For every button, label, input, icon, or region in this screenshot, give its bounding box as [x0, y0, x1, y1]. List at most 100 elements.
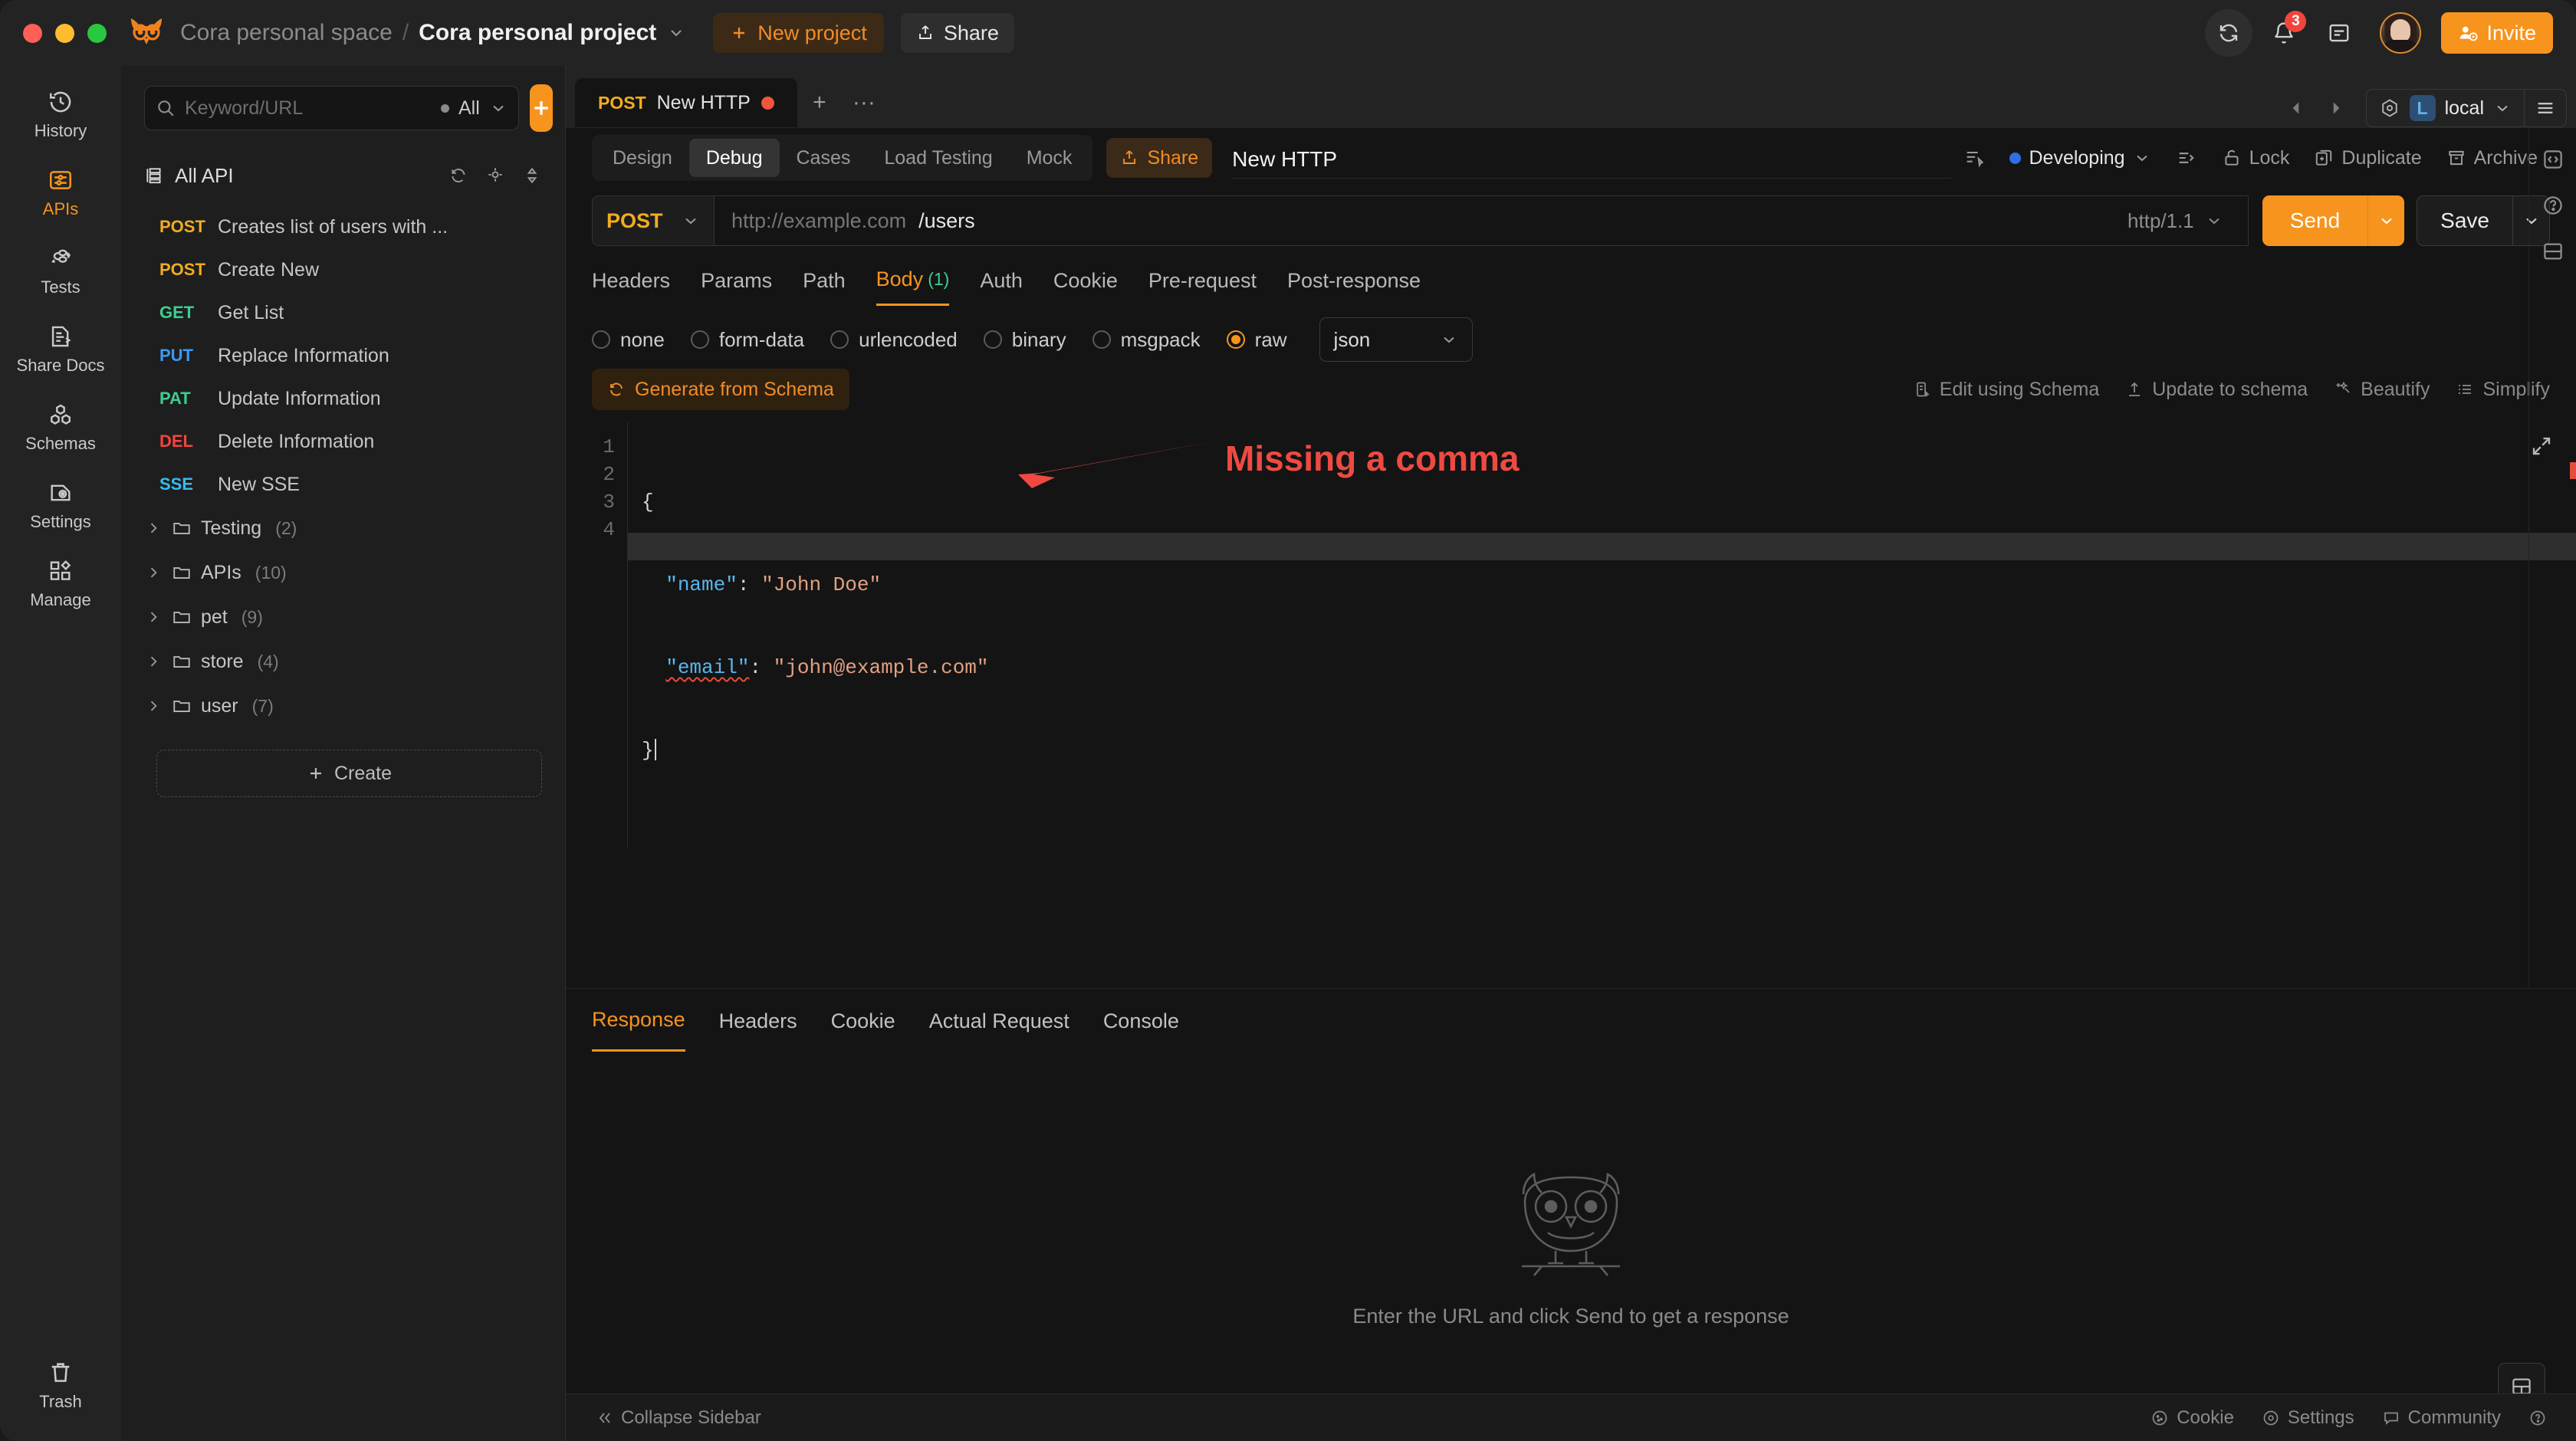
- chevron-down-icon[interactable]: [667, 24, 685, 42]
- share-api-button[interactable]: Share: [1106, 138, 1213, 178]
- rail-item-manage[interactable]: Manage: [11, 549, 110, 618]
- send-dropdown-caret-icon[interactable]: [2367, 195, 2404, 246]
- nav-forward-icon[interactable]: [2318, 90, 2354, 126]
- request-tab-auth[interactable]: Auth: [980, 255, 1023, 306]
- rail-item-share-docs[interactable]: Share Docs: [11, 314, 110, 383]
- user-avatar[interactable]: [2380, 12, 2422, 54]
- refresh-icon[interactable]: [449, 166, 468, 185]
- duplicate-button[interactable]: Duplicate: [2302, 138, 2433, 178]
- request-tab-params[interactable]: Params: [701, 255, 772, 306]
- body-type-raw[interactable]: raw: [1226, 328, 1287, 352]
- tab-design[interactable]: Design: [596, 139, 689, 177]
- tab-mock[interactable]: Mock: [1010, 139, 1089, 177]
- page-title[interactable]: New HTTP: [1232, 147, 1952, 179]
- create-button[interactable]: Create: [156, 750, 542, 797]
- request-tab-cookie[interactable]: Cookie: [1053, 255, 1118, 306]
- request-tab-headers[interactable]: Headers: [592, 255, 670, 306]
- move-icon[interactable]: [2164, 138, 2210, 178]
- breadcrumb-space[interactable]: Cora personal space: [180, 20, 393, 46]
- search-scope-label[interactable]: All: [458, 97, 480, 120]
- list-item[interactable]: POST Create New: [121, 248, 565, 291]
- send-button[interactable]: Send: [2262, 195, 2405, 246]
- search-input[interactable]: [185, 97, 432, 120]
- status-badge[interactable]: Developing: [1997, 138, 2163, 178]
- folder-item-apis[interactable]: APIs (10): [121, 550, 565, 595]
- response-tab-console[interactable]: Console: [1103, 990, 1179, 1052]
- breadcrumb-project[interactable]: Cora personal project: [419, 20, 656, 46]
- close-window-button[interactable]: [23, 23, 42, 43]
- response-tab-cookie[interactable]: Cookie: [831, 990, 895, 1052]
- body-type-binary[interactable]: binary: [983, 328, 1066, 352]
- generate-from-schema-button[interactable]: Generate from Schema: [592, 369, 849, 410]
- chevron-down-icon[interactable]: [489, 99, 508, 117]
- request-tab-path[interactable]: Path: [803, 255, 846, 306]
- invite-button[interactable]: Invite: [2441, 12, 2553, 54]
- notifications-bell-icon[interactable]: 3: [2260, 9, 2308, 57]
- locate-icon[interactable]: [485, 166, 505, 185]
- tab-more-button[interactable]: ···: [842, 78, 886, 127]
- tab-new-http[interactable]: POST New HTTP: [575, 78, 797, 127]
- list-item[interactable]: POST Creates list of users with ...: [121, 205, 565, 248]
- list-item[interactable]: GET Get List: [121, 291, 565, 334]
- code-snippet-icon[interactable]: [2542, 148, 2564, 171]
- rail-item-history[interactable]: History: [11, 80, 110, 149]
- body-type-form-data[interactable]: form-data: [690, 328, 804, 352]
- tab-cases[interactable]: Cases: [780, 139, 868, 177]
- panel-toggle-icon[interactable]: [2315, 9, 2363, 57]
- protocol-dropdown[interactable]: http/1.1: [2128, 209, 2231, 233]
- folder-item-pet[interactable]: pet (9): [121, 595, 565, 639]
- environment-dropdown[interactable]: L local: [2367, 90, 2524, 126]
- share-project-button[interactable]: Share: [900, 13, 1014, 53]
- statusbar-cookie-button[interactable]: Cookie: [2150, 1407, 2234, 1429]
- response-tab-actual-request[interactable]: Actual Request: [929, 990, 1070, 1052]
- folder-item-store[interactable]: store (4): [121, 639, 565, 684]
- help-circle-icon[interactable]: [2542, 194, 2564, 217]
- tab-debug[interactable]: Debug: [688, 139, 780, 177]
- nav-back-icon[interactable]: [2279, 90, 2314, 126]
- sync-icon[interactable]: [2205, 9, 2253, 57]
- body-type-none[interactable]: none: [592, 328, 665, 352]
- beautify-button[interactable]: Beautify: [2334, 379, 2430, 401]
- list-item[interactable]: DEL Delete Information: [121, 420, 565, 463]
- body-type-urlencoded[interactable]: urlencoded: [830, 328, 958, 352]
- layout-split-icon[interactable]: [2542, 240, 2564, 263]
- list-item[interactable]: SSE New SSE: [121, 463, 565, 506]
- sort-icon[interactable]: [522, 166, 542, 185]
- rail-item-apis[interactable]: APIs: [11, 158, 110, 227]
- tab-load-testing[interactable]: Load Testing: [867, 139, 1009, 177]
- search-box[interactable]: All: [144, 86, 519, 130]
- rail-item-tests[interactable]: Tests: [11, 236, 110, 305]
- editor-content[interactable]: { "name": "John Doe" "email": "john@exam…: [627, 422, 2576, 847]
- rail-item-trash[interactable]: Trash: [11, 1351, 110, 1420]
- environment-menu-icon[interactable]: [2525, 97, 2566, 119]
- request-tab-pre-request[interactable]: Pre-request: [1148, 255, 1257, 306]
- url-input[interactable]: http://example.com /users http/1.1: [715, 195, 2249, 246]
- body-type-msgpack[interactable]: msgpack: [1092, 328, 1201, 352]
- add-api-button[interactable]: [529, 84, 553, 132]
- new-tab-button[interactable]: +: [797, 78, 842, 127]
- rail-item-settings[interactable]: Settings: [11, 471, 110, 540]
- folder-item-user[interactable]: user (7): [121, 684, 565, 728]
- method-dropdown[interactable]: POST: [592, 195, 715, 246]
- response-tab-response[interactable]: Response: [592, 990, 685, 1052]
- list-item[interactable]: PAT Update Information: [121, 377, 565, 420]
- edit-doc-icon[interactable]: [1951, 138, 1997, 178]
- response-tab-headers[interactable]: Headers: [719, 990, 797, 1052]
- request-tab-body[interactable]: Body (1): [876, 255, 950, 306]
- lock-button[interactable]: Lock: [2210, 138, 2302, 178]
- maximize-window-button[interactable]: [87, 23, 107, 43]
- body-code-editor[interactable]: 1 2 3 4 { "name": "John Doe" "email": "j…: [566, 422, 2576, 989]
- rail-item-schemas[interactable]: Schemas: [11, 392, 110, 461]
- statusbar-settings-button[interactable]: Settings: [2262, 1407, 2354, 1429]
- folder-item-testing[interactable]: Testing (2): [121, 506, 565, 550]
- list-item[interactable]: PUT Replace Information: [121, 334, 565, 377]
- new-project-button[interactable]: New project: [713, 13, 884, 53]
- update-to-schema-button[interactable]: Update to schema: [2125, 379, 2308, 401]
- statusbar-community-button[interactable]: Community: [2382, 1407, 2501, 1429]
- statusbar-help-button[interactable]: [2528, 1409, 2547, 1427]
- edit-using-schema-button[interactable]: Edit using Schema: [1913, 379, 2099, 401]
- request-tab-post-response[interactable]: Post-response: [1287, 255, 1421, 306]
- minimize-window-button[interactable]: [55, 23, 74, 43]
- raw-format-dropdown[interactable]: json: [1319, 317, 1473, 362]
- collapse-sidebar-button[interactable]: Collapse Sidebar: [595, 1407, 761, 1429]
